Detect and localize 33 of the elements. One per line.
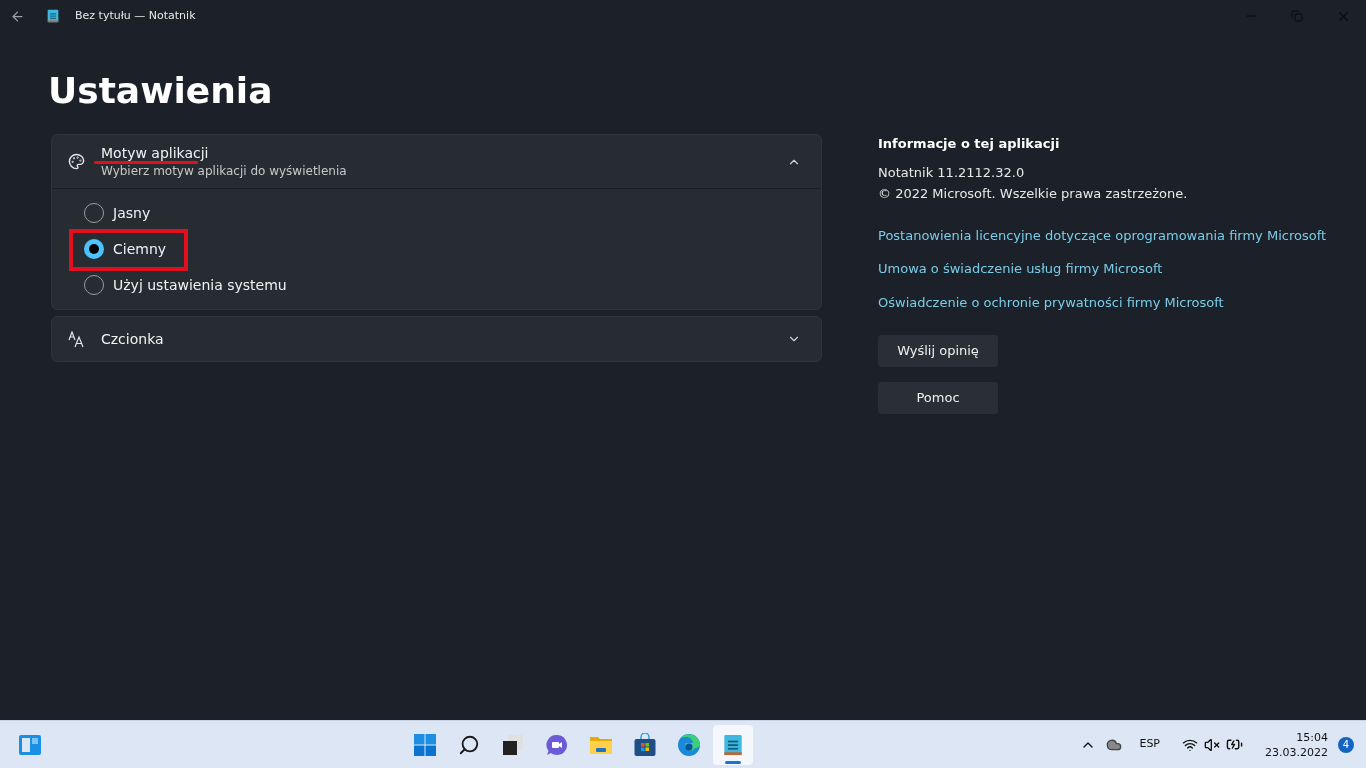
notification-badge[interactable]: 4 [1338, 736, 1354, 753]
section-title: Motyw aplikacji [101, 144, 209, 162]
palette-icon [68, 153, 85, 170]
radio-option[interactable]: Użyj ustawienia systemu [84, 273, 287, 297]
section-header[interactable]: Motyw aplikacji Wybierz motyw aplikacji do wyświetlenia [52, 135, 821, 189]
action-button[interactable]: Pomoc [878, 382, 998, 414]
clock[interactable]: 15:04 23.03.2022 [1265, 729, 1328, 760]
video-chat-icon [545, 732, 570, 757]
browser-swirl-icon [677, 732, 702, 757]
radio-option[interactable]: Jasny [84, 201, 151, 225]
about-heading: Informacje o tej aplikacji [878, 135, 1061, 153]
restore-icon [1291, 10, 1303, 22]
action-button[interactable]: Wyślij opinię [878, 335, 998, 367]
section-header[interactable]: Czcionka [52, 317, 821, 361]
window-title: Bez tytułu — Notatnik [75, 7, 196, 24]
search-icon [458, 733, 481, 756]
radio-option[interactable]: Ciemny [84, 237, 167, 261]
windows-logo-icon [413, 732, 438, 757]
copyright-text: © 2022 Microsoft. Wszelkie prawa zastrzeżone. [878, 185, 1189, 203]
muted-speaker-icon [1204, 736, 1220, 753]
task-view-icon [501, 732, 526, 757]
widgets-icon [18, 733, 42, 756]
link[interactable]: Oświadczenie o ochronie prywatności firmy Microsoft [878, 292, 1327, 312]
language-indicator[interactable]: ESP [1139, 736, 1160, 753]
notepad-app-icon [45, 8, 61, 24]
version-text: Notatnik 11.2112.32.0 [878, 163, 1026, 182]
section-title: Czcionka [101, 330, 164, 348]
link[interactable]: Postanowienia licencyjne dotyczące oprogramowania firmy Microsoft [878, 225, 1327, 245]
section-subtitle: Wybierz motyw aplikacji do wyświetlenia [101, 164, 348, 179]
store-bag-icon [633, 732, 658, 757]
font-size-icon [68, 330, 85, 348]
link[interactable]: Umowa o świadczenie usług firmy Microsoft [878, 259, 1327, 279]
page-title: Ustawienia [48, 69, 274, 113]
